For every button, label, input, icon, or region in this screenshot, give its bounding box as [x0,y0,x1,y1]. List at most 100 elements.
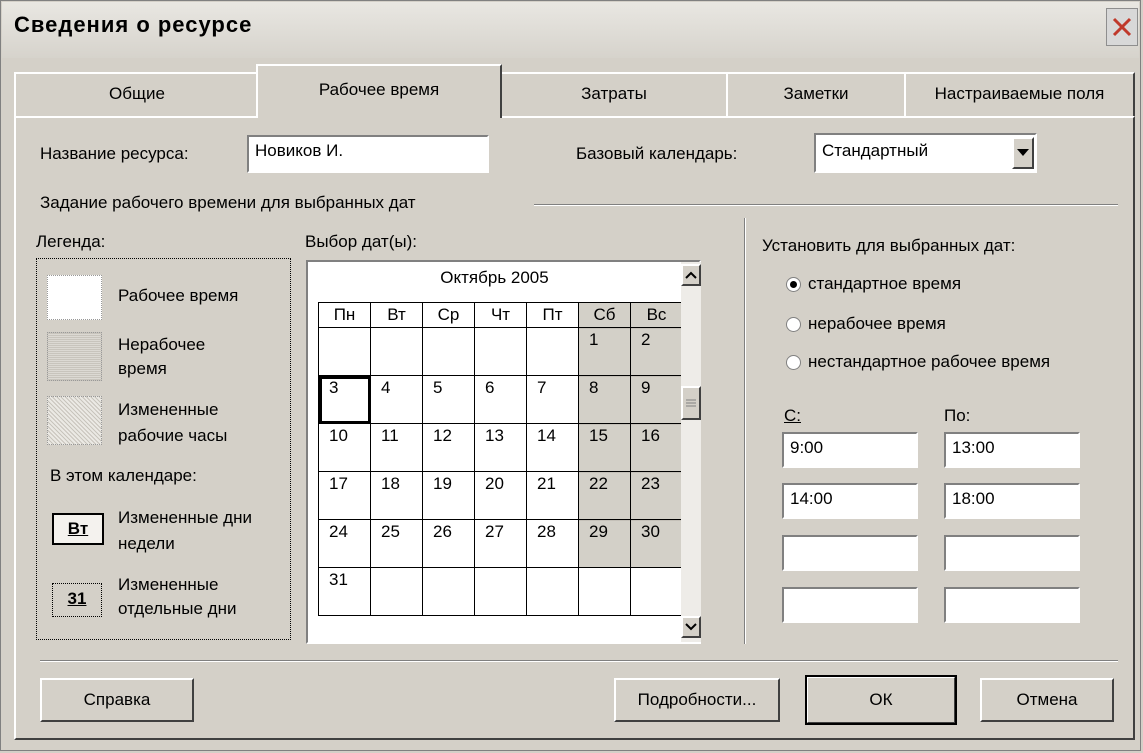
to-time-3[interactable] [944,535,1080,571]
date-picker[interactable]: Октябрь 2005 Пн Вт Ср Чт Пт Сб Вс 1 2 3 4 5 6 7 8 9 10 11… [306,260,701,644]
calendar-label: Выбор дат(ы): [305,232,417,251]
legend-working: Рабочее время [118,286,239,305]
calendar-day[interactable]: 23 [630,471,683,520]
close-icon [1112,17,1132,37]
tab-label: Затраты [581,84,647,103]
weekday-badge: Вт [52,513,104,545]
from-label: С: [784,406,801,425]
weekday-header[interactable]: Чт [474,302,527,328]
chevron-down-icon [685,623,697,631]
calendar-day[interactable]: 16 [630,423,683,472]
calendar-day[interactable] [370,567,423,616]
calendar-day[interactable] [578,567,631,616]
calendar-day[interactable]: 12 [422,423,475,472]
resource-name-value: Новиков И. [255,141,344,160]
tab-costs[interactable]: Затраты [500,72,728,116]
from-time-1[interactable]: 9:00 [782,432,918,468]
weekday-header[interactable]: Ср [422,302,475,328]
calendar-day[interactable]: 19 [422,471,475,520]
calendar-day[interactable]: 2 [630,327,683,376]
footer-divider [40,660,1118,662]
calendar-scrollbar[interactable] [681,262,701,642]
scroll-down-button[interactable] [681,616,701,638]
calendar-day[interactable]: 24 [318,519,371,568]
radio-indicator[interactable] [786,317,801,332]
calendar-day[interactable] [474,327,527,376]
resource-name-field[interactable]: Новиков И. [247,135,489,173]
calendar-grid[interactable]: Пн Вт Ср Чт Пт Сб Вс 1 2 3 4 5 6 7 8 9 10 11 12 13 14 15 16 17 1… [318,302,683,616]
calendar-day[interactable]: 11 [370,423,423,472]
calendar-day[interactable]: 8 [578,375,631,424]
weekday-header[interactable]: Пн [318,302,371,328]
radio-standard-label: стандартное время [808,274,962,293]
calendar-day[interactable] [422,327,475,376]
weekday-header[interactable]: Сб [578,302,631,328]
tab-label: Заметки [783,84,849,103]
calendar-day[interactable] [526,567,579,616]
cancel-button[interactable]: Отмена [980,678,1114,722]
calendar-day[interactable]: 18 [370,471,423,520]
calendar-day[interactable] [318,327,371,376]
legend-nonworking: Нерабочее время [118,335,206,378]
modified-hours-swatch [47,396,102,445]
dropdown-button[interactable] [1012,137,1034,169]
weekday-header[interactable]: Вт [370,302,423,328]
from-time-3[interactable] [782,535,918,571]
calendar-day[interactable]: 21 [526,471,579,520]
calendar-day[interactable]: 5 [422,375,475,424]
tab-general[interactable]: Общие [14,72,260,116]
radio-indicator[interactable] [786,277,801,292]
radio-indicator[interactable] [786,355,801,370]
window-title: Сведения о ресурсе [14,12,253,37]
calendar-day[interactable]: 29 [578,519,631,568]
calendar-day[interactable]: 30 [630,519,683,568]
calendar-day[interactable]: 4 [370,375,423,424]
calendar-day[interactable]: 6 [474,375,527,424]
from-time-value: 14:00 [790,489,833,508]
scroll-up-button[interactable] [681,264,701,286]
legend-in-calendar: В этом календаре: [50,466,197,485]
calendar-day[interactable]: 15 [578,423,631,472]
from-time-4[interactable] [782,587,918,623]
calendar-day[interactable]: 27 [474,519,527,568]
calendar-day[interactable] [422,567,475,616]
weekday-header[interactable]: Вс [630,302,683,328]
calendar-day[interactable] [474,567,527,616]
calendar-day[interactable]: 14 [526,423,579,472]
calendar-day[interactable] [526,327,579,376]
to-time-1[interactable]: 13:00 [944,432,1080,468]
to-time-4[interactable] [944,587,1080,623]
scroll-thumb[interactable] [681,386,701,420]
to-time-2[interactable]: 18:00 [944,483,1080,519]
calendar-day[interactable]: 25 [370,519,423,568]
from-time-2[interactable]: 14:00 [782,483,918,519]
ok-button[interactable]: ОК [805,675,957,725]
group-divider [744,218,746,644]
calendar-day[interactable]: 10 [318,423,371,472]
resource-name-label: Название ресурса: [40,144,189,163]
chevron-down-icon [1017,149,1029,156]
calendar-day[interactable] [630,567,683,616]
tab-custom-fields[interactable]: Настраиваемые поля [904,72,1135,116]
calendar-day[interactable]: 9 [630,375,683,424]
tab-notes[interactable]: Заметки [726,72,906,116]
month-title: Октябрь 2005 [440,268,549,287]
base-calendar-value: Стандартный [822,141,929,160]
calendar-day[interactable]: 31 [318,567,371,616]
calendar-day[interactable]: 20 [474,471,527,520]
calendar-day[interactable]: 3 [318,375,371,424]
tab-working-time[interactable]: Рабочее время [256,64,502,118]
help-button[interactable]: Справка [40,678,194,722]
calendar-day[interactable] [370,327,423,376]
calendar-day[interactable]: 28 [526,519,579,568]
calendar-day[interactable]: 26 [422,519,475,568]
calendar-day[interactable]: 7 [526,375,579,424]
calendar-day[interactable]: 17 [318,471,371,520]
calendar-day[interactable]: 13 [474,423,527,472]
calendar-day[interactable]: 1 [578,327,631,376]
close-button[interactable] [1106,8,1138,46]
details-button[interactable]: Подробности... [614,678,780,722]
calendar-day[interactable]: 22 [578,471,631,520]
weekday-header[interactable]: Пт [526,302,579,328]
base-calendar-select[interactable]: Стандартный [814,133,1037,173]
